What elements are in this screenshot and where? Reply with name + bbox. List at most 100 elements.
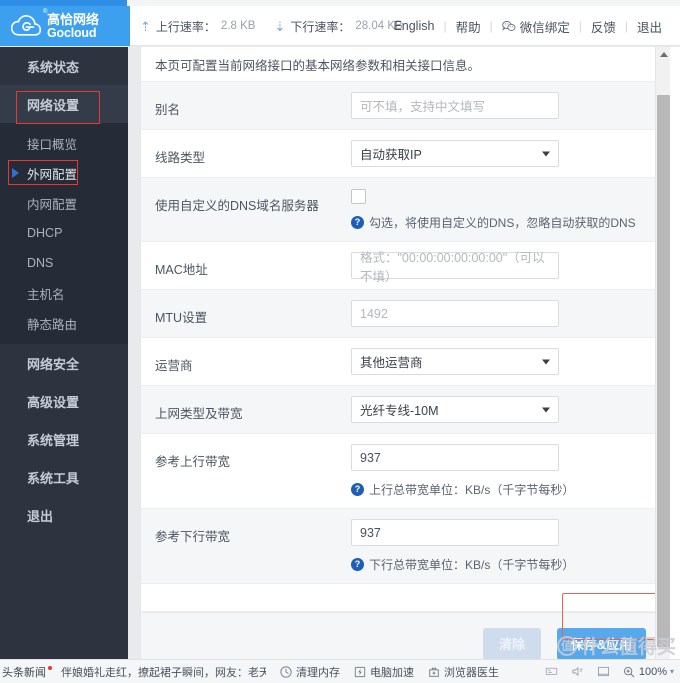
scroll-up-button[interactable]: [656, 47, 671, 61]
panel-right-edge: [670, 47, 680, 659]
taskbar-clean-memory[interactable]: 清理内存: [279, 664, 340, 680]
chevron-down-icon: [542, 359, 550, 364]
custom-dns-hint: ? 勾选，将使用自定义的DNS，忽略自动获取的DNS: [351, 214, 663, 231]
help-icon: ?: [351, 483, 364, 496]
taskbar-pc-speedup[interactable]: 电脑加速: [353, 664, 414, 680]
news-label: 头条新闻: [2, 666, 46, 679]
sidebar-item-label: 退出: [27, 508, 54, 524]
chevron-down-icon: [542, 407, 550, 412]
main-content: 本页可配置当前网络接口的基本网络参数和相关接口信息。 别名 可不填，支持中文填写…: [128, 47, 680, 659]
mute-icon[interactable]: [571, 665, 584, 678]
mac-address-input[interactable]: 格式："00:00:00:00:00:00"（可以不填）: [351, 251, 559, 284]
nav-logout-label: 退出: [636, 20, 662, 35]
upload-arrow-icon: ⇡: [140, 18, 151, 34]
download-arrow-icon: ⇣: [274, 18, 286, 34]
config-panel: 本页可配置当前网络接口的基本网络参数和相关接口信息。 别名 可不填，支持中文填写…: [140, 47, 664, 659]
nav-wechat-bind[interactable]: 微信绑定: [493, 17, 579, 36]
save-button[interactable]: 保存&应用: [557, 627, 646, 659]
access-type-select[interactable]: 光纤专线-10M: [351, 396, 559, 423]
browser-taskbar: 头条新闻 伴娘婚礼走红，撩起裙子瞬间，网友：老天太不公平... 清理内存 电脑加…: [0, 659, 680, 683]
zoom-control[interactable]: 100% ▾: [623, 665, 674, 678]
form-row-mac-address: MAC地址 格式："00:00:00:00:00:00"（可以不填）: [141, 242, 663, 290]
alias-input[interactable]: 可不填，支持中文填写: [351, 92, 559, 119]
vertical-scrollbar[interactable]: [655, 47, 670, 659]
form-label-alias: 别名: [155, 103, 181, 117]
sidebar-subitem-hostname[interactable]: 主机名: [0, 278, 128, 308]
mtu-input[interactable]: 1492: [351, 300, 559, 327]
form-row-mtu: MTU设置 1492: [141, 290, 663, 338]
header-nav: English | 帮助 | 微信绑定 | 反馈 | 退出: [384, 6, 671, 46]
nav-english-label: English: [393, 19, 435, 33]
sidebar-subitem-static-route[interactable]: 静态路由: [0, 308, 128, 338]
sidebar-subitem-dns[interactable]: DNS: [0, 248, 128, 278]
sidebar-subitem-label: DHCP: [27, 226, 63, 240]
sidebar-item-label: 系统状态: [27, 59, 80, 75]
chevron-up-icon: [659, 51, 668, 57]
page-description: 本页可配置当前网络接口的基本网络参数和相关接口信息。: [141, 47, 663, 82]
news-badge[interactable]: 头条新闻: [0, 664, 52, 680]
sidebar-item-network-security[interactable]: 网络安全: [0, 344, 128, 382]
sidebar-subitem-lan-config[interactable]: 内网配置: [0, 188, 128, 218]
custom-dns-checkbox[interactable]: [351, 189, 366, 204]
nav-help[interactable]: 帮助: [447, 17, 490, 36]
form-label-mtu: MTU设置: [155, 311, 208, 325]
taskbar-pc-speedup-label: 电脑加速: [370, 666, 414, 679]
sidebar: 系统状态 网络设置 接口概览 外网配置 内网配置 DHCP DNS 主机名 静态…: [0, 47, 128, 659]
doctor-icon: [427, 665, 440, 678]
nav-english[interactable]: English: [384, 19, 443, 33]
downstream-bandwidth-hint: ? 下行总带宽单位：KB/s（千字节每秒）: [351, 556, 663, 573]
nav-help-label: 帮助: [455, 20, 481, 35]
logo-chinese-name: 高恰网络: [47, 11, 100, 27]
download-speed-label: 下行速率：: [290, 19, 351, 34]
upload-speed-label: 上行速率：: [155, 19, 216, 34]
form-row-access-type: 上网类型及带宽 光纤专线-10M: [141, 386, 663, 434]
form-row-alias: 别名 可不填，支持中文填写: [141, 82, 663, 130]
upload-speed-value: 2.8 KB: [220, 20, 256, 32]
chevron-down-icon: [542, 151, 550, 156]
form-label-mac-address: MAC地址: [155, 263, 208, 277]
line-type-value: 自动获取IP: [360, 148, 422, 162]
upstream-bandwidth-hint: ? 上行总带宽单位：KB/s（千字节每秒）: [351, 481, 663, 498]
sidebar-item-system-management[interactable]: 系统管理: [0, 420, 128, 458]
sidebar-item-label: 系统工具: [27, 470, 80, 486]
downstream-bandwidth-input[interactable]: 937: [351, 519, 559, 546]
browser-page: ® 高恰网络 Gocloud ⇡ 上行速率： 2.8 KB ⇣ 下行速率： 28…: [0, 0, 680, 683]
form-row-line-type: 线路类型 自动获取IP: [141, 130, 663, 178]
form-row-operator: 运营商 其他运营商: [141, 338, 663, 386]
sidebar-item-label: 高级设置: [27, 394, 80, 410]
window-icon[interactable]: [597, 665, 610, 678]
sidebar-item-system-tools[interactable]: 系统工具: [0, 458, 128, 496]
upstream-bandwidth-input[interactable]: 937: [351, 444, 559, 471]
sidebar-subitem-interface-overview[interactable]: 接口概览: [0, 128, 128, 158]
sidebar-item-network-settings[interactable]: 网络设置: [0, 85, 128, 123]
sidebar-item-logout[interactable]: 退出: [0, 496, 128, 534]
taskbar-right-group: 100% ▾: [545, 665, 680, 678]
access-type-value: 光纤专线-10M: [360, 404, 439, 418]
sidebar-subitem-wan-config[interactable]: 外网配置: [0, 158, 128, 188]
registered-mark: ®: [43, 8, 48, 15]
chevron-down-icon: ▾: [669, 667, 674, 676]
line-type-select[interactable]: 自动获取IP: [351, 140, 559, 167]
operator-select[interactable]: 其他运营商: [351, 348, 559, 375]
upstream-bandwidth-hint-text: 上行总带宽单位：KB/s（千字节每秒）: [369, 483, 575, 497]
bookmark-icon[interactable]: [545, 665, 558, 678]
taskbar-browser-doctor[interactable]: 浏览器医生: [427, 664, 499, 680]
sidebar-subitem-label: 外网配置: [27, 167, 78, 182]
taskbar-clean-memory-label: 清理内存: [296, 666, 340, 679]
sidebar-subitem-label: 内网配置: [27, 197, 78, 212]
nav-wechat-label: 微信绑定: [519, 20, 570, 35]
sidebar-subitem-label: DNS: [27, 256, 54, 270]
form-label-line-type: 线路类型: [155, 151, 206, 165]
brand-logo[interactable]: ® 高恰网络 Gocloud: [0, 6, 130, 46]
sidebar-item-label: 系统管理: [27, 432, 80, 448]
sidebar-item-advanced-settings[interactable]: 高级设置: [0, 382, 128, 420]
clear-button[interactable]: 清除: [483, 627, 541, 659]
scrollbar-thumb[interactable]: [657, 95, 670, 647]
sidebar-subitem-dhcp[interactable]: DHCP: [0, 218, 128, 248]
form-label-upstream-bandwidth: 参考上行带宽: [155, 455, 231, 469]
sidebar-item-system-status[interactable]: 系统状态: [0, 47, 128, 85]
sidebar-item-label: 网络设置: [27, 97, 80, 113]
nav-feedback[interactable]: 反馈: [582, 17, 625, 36]
nav-logout[interactable]: 退出: [628, 17, 671, 36]
news-headline[interactable]: 伴娘婚礼走红，撩起裙子瞬间，网友：老天太不公平...: [61, 664, 266, 680]
